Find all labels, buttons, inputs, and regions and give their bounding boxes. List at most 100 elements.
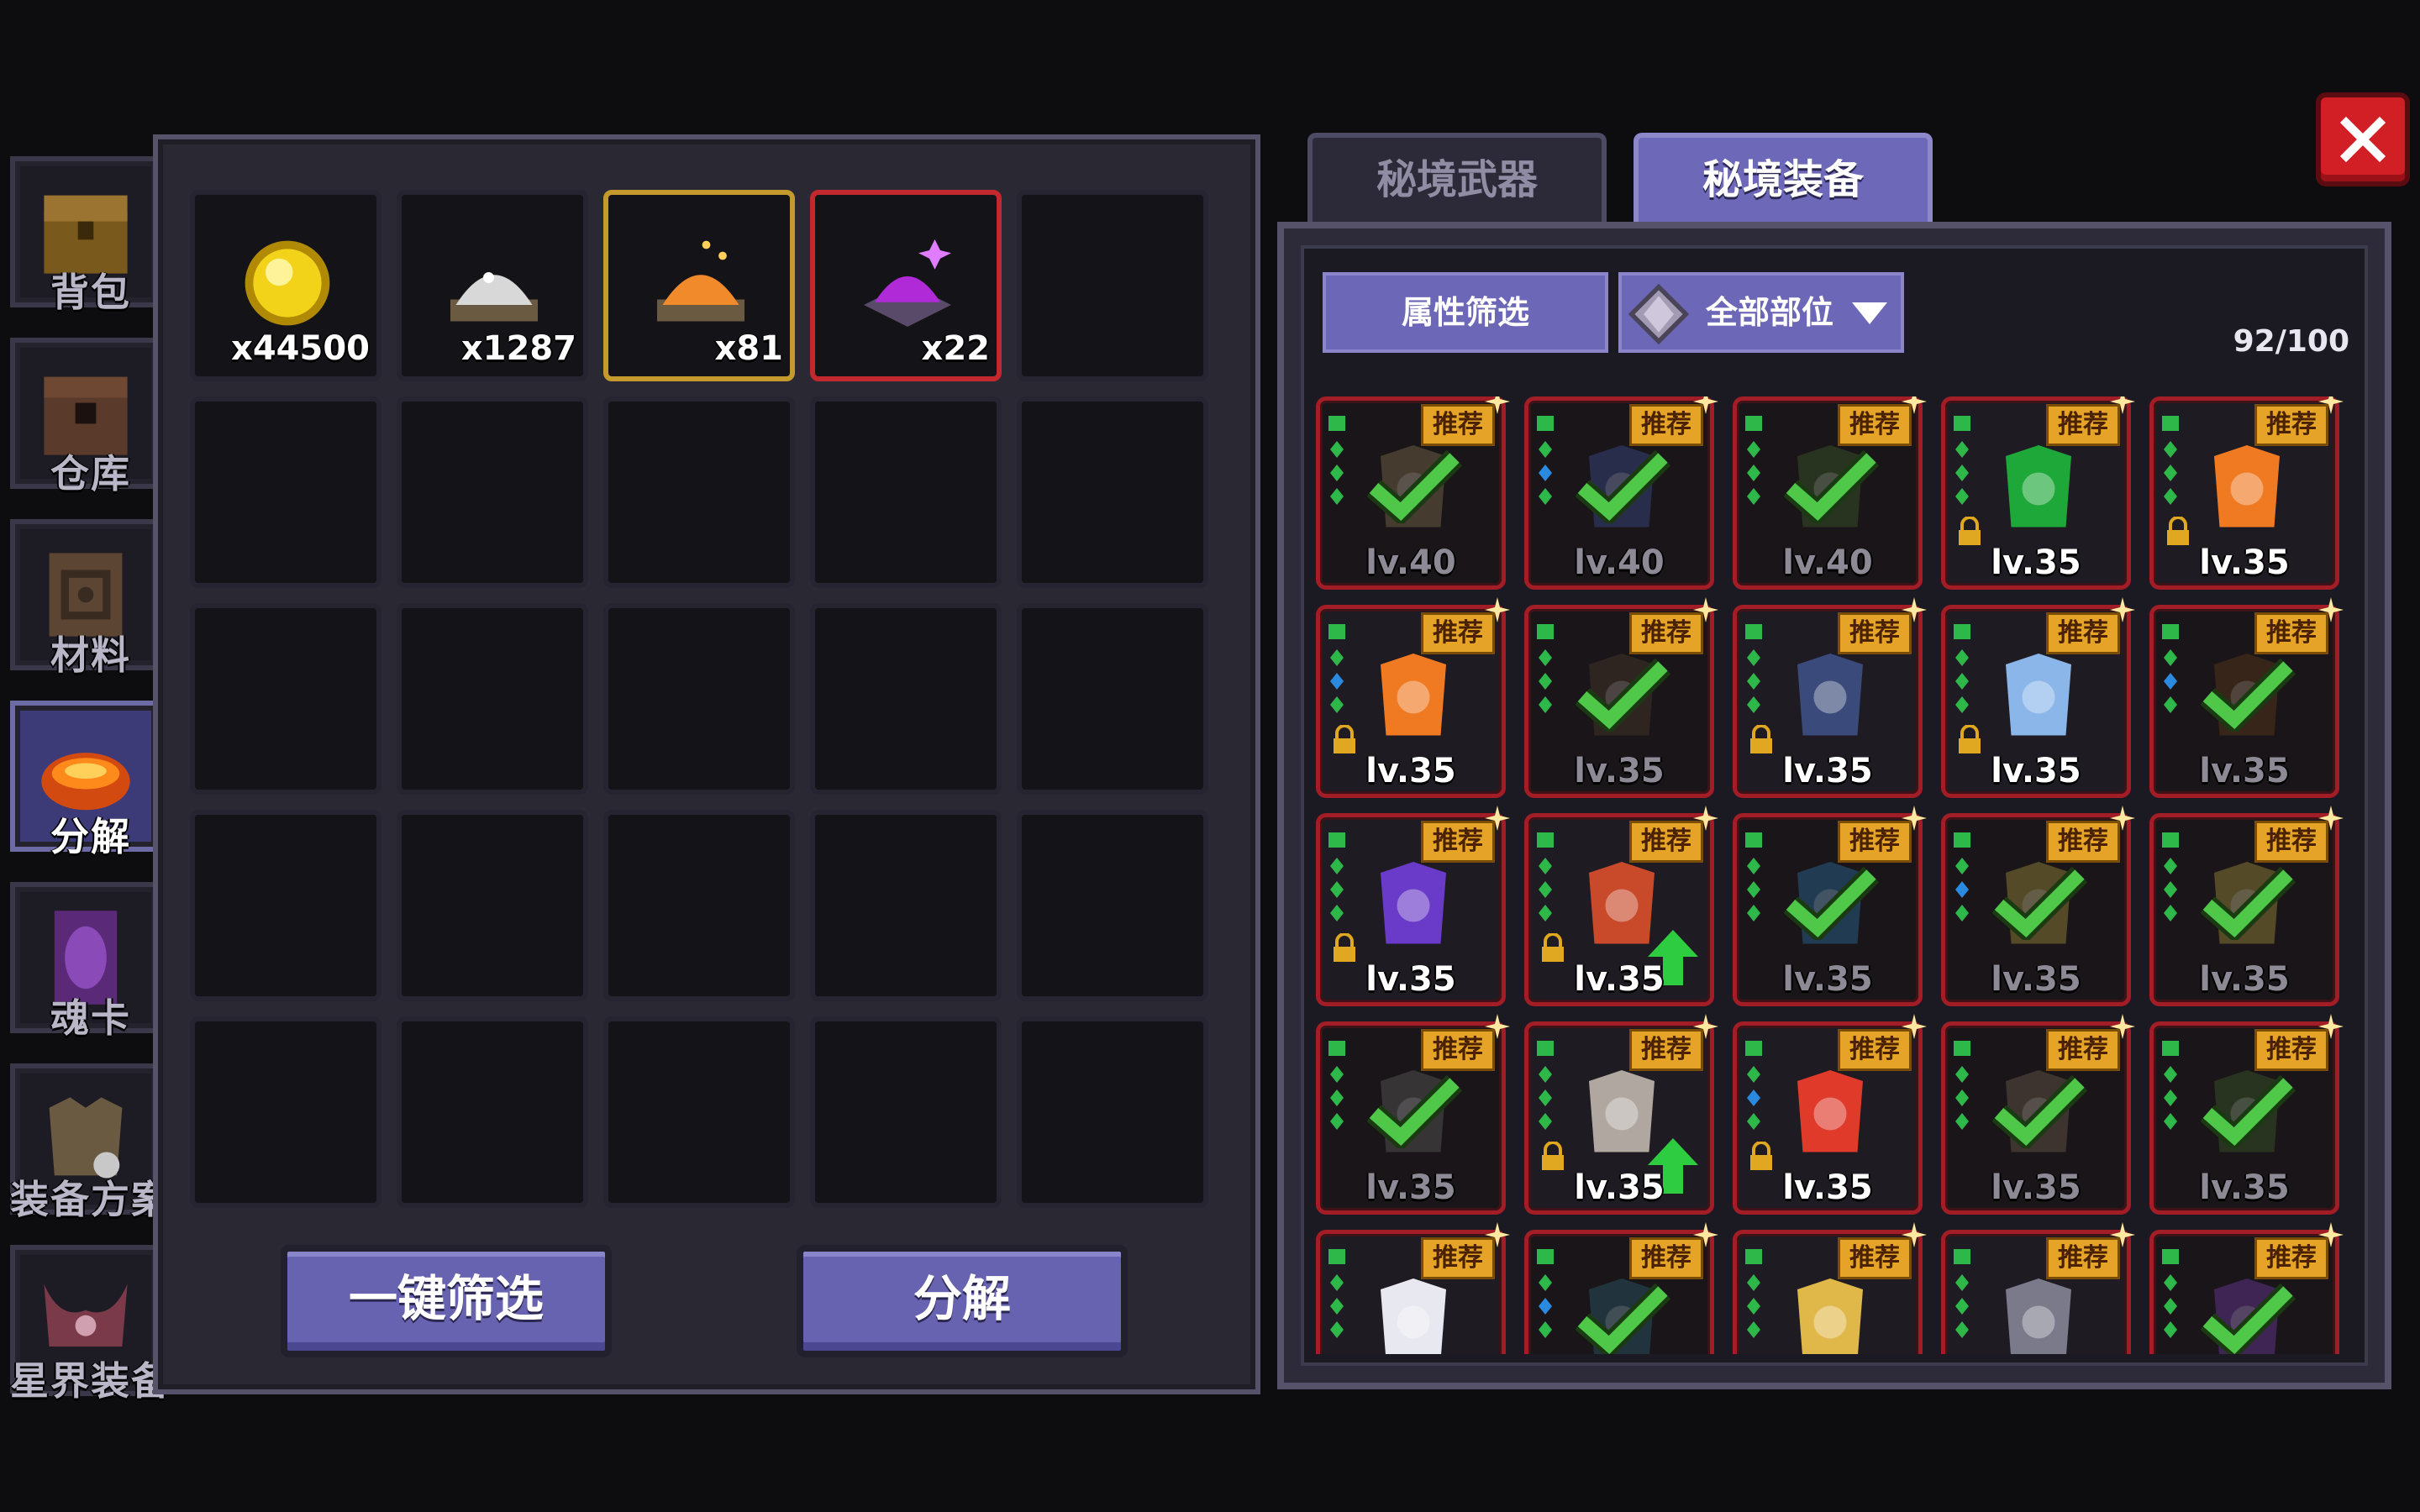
empty-slot[interactable]: [190, 603, 381, 795]
recommend-badge: 推荐: [1421, 1237, 1495, 1279]
quick-filter-button[interactable]: 一键筛选: [281, 1245, 612, 1357]
nav-item-storage[interactable]: 仓库: [7, 333, 168, 501]
nav-item-equipment-set[interactable]: 装备方案: [7, 1058, 170, 1226]
check-icon: [1575, 449, 1671, 523]
equipment-card[interactable]: 推荐: [2149, 1222, 2344, 1354]
check-icon: [2200, 1074, 2296, 1148]
dark-armor-icon: [1797, 654, 1863, 736]
equipment-grid: 推荐 lv.40 推荐 lv.40 推荐 lv.40 推荐 lv.35 推荐 lv.35 推荐 lv.…: [1316, 396, 2356, 1354]
decompose-button[interactable]: 分解: [797, 1245, 1128, 1357]
equipment-card[interactable]: 推荐 lv.35: [1733, 597, 1927, 798]
close-button[interactable]: [2316, 92, 2410, 186]
equipment-card[interactable]: 推荐 lv.35: [2149, 597, 2344, 798]
empty-slot[interactable]: [1017, 603, 1208, 795]
nav-item-soul-card[interactable]: 魂卡: [7, 877, 168, 1045]
empty-slot[interactable]: [190, 810, 381, 1001]
empty-slot[interactable]: [397, 810, 588, 1001]
equipment-level: lv.35: [2199, 1168, 2290, 1207]
nav-item-astral-gear[interactable]: 星界装备: [7, 1240, 170, 1408]
material-slot[interactable]: x81: [603, 190, 795, 381]
lock-icon: [1334, 725, 1355, 753]
equipment-card[interactable]: 推荐 lv.35: [1941, 597, 2135, 798]
empty-slot[interactable]: [603, 810, 795, 1001]
check-icon: [1575, 1283, 1671, 1354]
check-icon: [1783, 449, 1880, 523]
equipment-card[interactable]: 推荐 lv.35: [2149, 396, 2344, 590]
empty-slot[interactable]: [810, 603, 1002, 795]
recommend-badge: 推荐: [2254, 404, 2328, 446]
empty-slot[interactable]: [810, 396, 1002, 588]
material-slot[interactable]: x44500: [190, 190, 381, 381]
material-slot[interactable]: x22: [810, 190, 1002, 381]
equipment-level: lv.40: [1782, 543, 1873, 582]
material-slot[interactable]: x1287: [397, 190, 588, 381]
equipment-card[interactable]: 推荐 lv.35: [1316, 597, 1510, 798]
empty-slot[interactable]: [1017, 810, 1208, 1001]
equipment-card[interactable]: 推荐 lv.35: [1733, 806, 1927, 1006]
equipment-level: lv.35: [1365, 1168, 1456, 1207]
stat-gems-icon: [1328, 1249, 1345, 1338]
equipment-card[interactable]: 推荐 lv.35: [1316, 806, 1510, 1006]
recommend-badge: 推荐: [1838, 1029, 1912, 1071]
equipment-level: lv.35: [1991, 960, 2081, 999]
stat-gems-icon: [2162, 624, 2179, 713]
empty-slot[interactable]: [397, 1016, 588, 1208]
equipment-card[interactable]: 推荐 lv.35: [1316, 1014, 1510, 1215]
equipment-card[interactable]: 推荐: [1733, 1222, 1927, 1354]
equipment-card[interactable]: 推荐 lv.40: [1733, 396, 1927, 590]
nav-item-decompose[interactable]: 分解: [7, 696, 168, 864]
equipment-level: lv.35: [1991, 752, 2081, 790]
recommend-badge: 推荐: [1629, 1029, 1703, 1071]
empty-slot[interactable]: [810, 1016, 1002, 1208]
decompose-panel: x44500 x1287 x81 x22 一键筛选 分解: [153, 134, 1260, 1394]
equipment-card[interactable]: 推荐 lv.35: [1524, 806, 1718, 1006]
material-count: x81: [714, 329, 783, 368]
nav-item-materials[interactable]: 材料: [7, 514, 168, 682]
slot-dropdown[interactable]: 全部部位: [1618, 272, 1904, 353]
equipment-card[interactable]: 推荐 lv.35: [1941, 1014, 2135, 1215]
equipment-card[interactable]: 推荐 lv.35: [2149, 806, 2344, 1006]
empty-slot[interactable]: [1017, 1016, 1208, 1208]
equipment-card[interactable]: 推荐 lv.35: [1524, 597, 1718, 798]
purple-dust-icon: [864, 239, 951, 327]
recommend-badge: 推荐: [1629, 821, 1703, 863]
equipment-card[interactable]: 推荐: [1524, 1222, 1718, 1354]
nav-item-backpack[interactable]: 背包: [7, 151, 168, 319]
equipment-card[interactable]: 推荐 lv.40: [1316, 396, 1510, 590]
recommend-badge: 推荐: [1421, 404, 1495, 446]
lock-icon: [1959, 517, 1981, 545]
equipment-card[interactable]: 推荐 lv.35: [1733, 1014, 1927, 1215]
equipment-level: lv.35: [1991, 543, 2081, 582]
equipment-card[interactable]: 推荐 lv.40: [1524, 396, 1718, 590]
equipment-card[interactable]: 推荐 lv.35: [1941, 806, 2135, 1006]
nav-label: 材料: [50, 633, 131, 678]
empty-slot[interactable]: [190, 396, 381, 588]
check-icon: [1366, 1074, 1463, 1148]
stat-gems-icon: [1328, 1041, 1345, 1130]
equipment-card[interactable]: 推荐: [1316, 1222, 1510, 1354]
empty-slot[interactable]: [603, 1016, 795, 1208]
recommend-badge: 推荐: [2046, 404, 2120, 446]
empty-slot[interactable]: [603, 396, 795, 588]
tab-secret-equipment[interactable]: 秘境装备: [1634, 133, 1933, 225]
flame-necklace-icon: [1381, 654, 1446, 736]
empty-slot[interactable]: [190, 1016, 381, 1208]
recommend-badge: 推荐: [2254, 821, 2328, 863]
equipment-level: lv.40: [1574, 543, 1665, 582]
equipment-card[interactable]: 推荐 lv.35: [1941, 396, 2135, 590]
equipment-card[interactable]: 推荐: [1941, 1222, 2135, 1354]
lock-icon: [1542, 1142, 1564, 1170]
slot-dropdown-label: 全部部位: [1706, 294, 1834, 331]
tab-secret-weapons[interactable]: 秘境武器: [1307, 133, 1607, 225]
empty-slot[interactable]: [810, 810, 1002, 1001]
empty-slot[interactable]: [603, 603, 795, 795]
empty-slot[interactable]: [397, 603, 588, 795]
empty-slot[interactable]: [1017, 190, 1208, 381]
empty-slot[interactable]: [1017, 396, 1208, 588]
empty-slot[interactable]: [397, 396, 588, 588]
chevron-down-icon: [1852, 302, 1887, 324]
equipment-card[interactable]: 推荐 lv.35: [2149, 1014, 2344, 1215]
material-count: x1287: [460, 329, 576, 368]
attribute-filter-button[interactable]: 属性筛选: [1323, 272, 1608, 353]
equipment-card[interactable]: 推荐 lv.35: [1524, 1014, 1718, 1215]
